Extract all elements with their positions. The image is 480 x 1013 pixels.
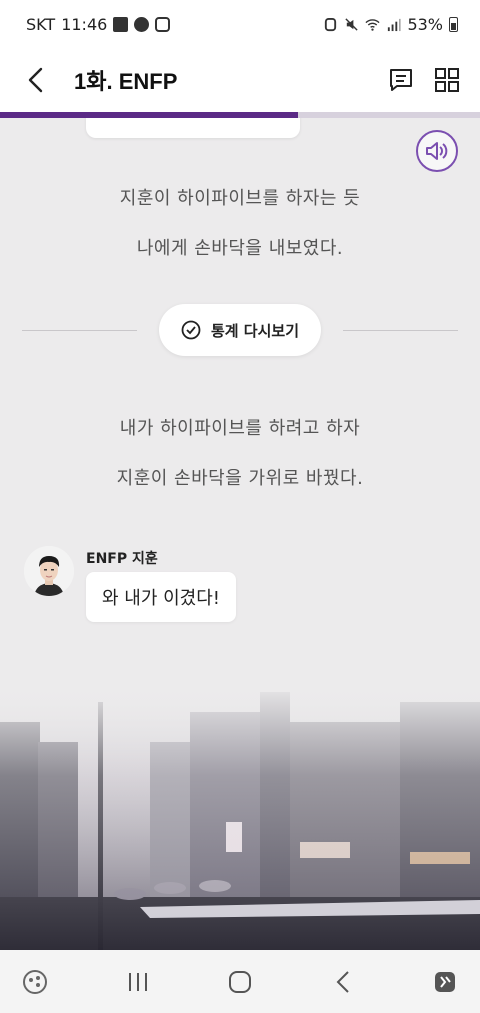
accessibility-icon — [435, 971, 455, 992]
narration-line: 지훈이 손바닥을 가위로 바꿨다. — [116, 468, 364, 489]
gallery-icon — [113, 16, 129, 32]
recent-apps-icon — [128, 972, 147, 991]
divider-line — [22, 329, 137, 331]
divider-line — [343, 329, 458, 331]
speaker-name: ENFP 지훈 — [86, 551, 158, 567]
back-button[interactable] — [0, 48, 70, 112]
grid-icon[interactable] — [434, 67, 460, 93]
time-label: 11:46 — [61, 14, 108, 34]
system-nav-bar — [0, 950, 480, 1013]
stats-review-button[interactable]: 통계 다시보기 — [158, 304, 322, 356]
battery-percent: 53% — [407, 14, 443, 34]
narration-line: 내가 하이파이브를 하려고 하자 — [119, 418, 361, 439]
check-circle-icon — [181, 320, 201, 340]
story-content[interactable]: 지훈이 하이파이브를 하자는 듯 나에게 손바닥을 내보였다. 통계 다시보기 … — [0, 118, 480, 698]
previous-chat-bubble — [86, 118, 300, 138]
narration-line: 나에게 손바닥을 내보였다. — [136, 238, 344, 259]
avatar[interactable] — [24, 546, 74, 596]
game-button[interactable] — [18, 965, 52, 999]
speaker-icon — [426, 142, 448, 160]
status-bar: SKT 11:46 53% — [0, 0, 480, 48]
carrier-label: SKT — [26, 14, 56, 34]
signal-icon — [388, 18, 401, 31]
talk-icon — [134, 16, 150, 32]
character-portrait — [24, 546, 74, 596]
alarm-icon — [325, 17, 337, 31]
narration-line: 지훈이 하이파이브를 하자는 듯 — [119, 188, 361, 209]
chat-bubble: 와 내가 이겼다! — [86, 572, 237, 622]
sound-button[interactable] — [416, 130, 458, 172]
battery-icon — [449, 16, 458, 32]
stats-divider: 통계 다시보기 — [22, 304, 458, 356]
home-icon — [229, 970, 251, 993]
back-chevron-icon — [28, 67, 43, 93]
wifi-icon — [365, 18, 380, 31]
chat-list-icon[interactable] — [388, 67, 414, 93]
episode-title: 1화. ENFP — [74, 69, 178, 94]
app-bar: 1화. ENFP — [0, 48, 480, 112]
system-back-button[interactable] — [326, 965, 360, 999]
accessibility-button[interactable] — [428, 965, 462, 999]
back-icon — [336, 970, 349, 993]
instagram-icon — [155, 16, 171, 32]
background-city-image — [0, 682, 480, 950]
mute-icon — [345, 17, 359, 31]
recent-apps-button[interactable] — [121, 965, 155, 999]
game-icon — [23, 969, 47, 994]
stats-review-label: 통계 다시보기 — [210, 321, 300, 340]
home-button[interactable] — [223, 965, 257, 999]
